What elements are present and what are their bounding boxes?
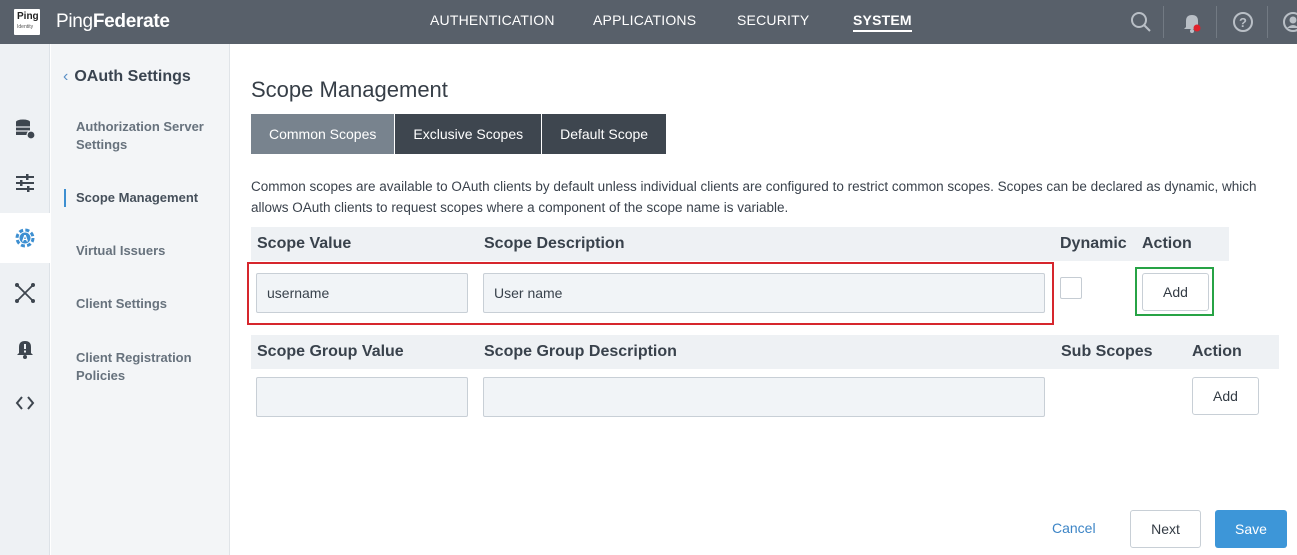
sidebar-item-scope-management[interactable]: Scope Management (64, 189, 226, 207)
scope-description-text: Common scopes are available to OAuth cli… (251, 179, 1257, 215)
ping-identity-logo: Ping Identity (14, 9, 40, 35)
add-scope-group-button[interactable]: Add (1192, 377, 1259, 415)
nav-authentication[interactable]: AUTHENTICATION (430, 0, 555, 44)
sidebar-item-virtual-issuers[interactable]: Virtual Issuers (76, 242, 226, 260)
settings-sidebar: ‹ OAuth Settings Authorization Server Set… (51, 44, 230, 555)
back-label: OAuth Settings (74, 68, 191, 85)
column-scope-group-description: Scope Group Description (484, 343, 677, 360)
column-action: Action (1142, 235, 1192, 252)
sliders-icon[interactable] (0, 158, 50, 208)
back-to-oauth-settings[interactable]: ‹ OAuth Settings (63, 68, 191, 86)
scope-group-description-input[interactable] (483, 377, 1045, 417)
tab-exclusive-scopes[interactable]: Exclusive Scopes (395, 114, 543, 154)
divider (1163, 6, 1164, 38)
user-avatar-icon[interactable] (1279, 8, 1297, 36)
column-sub-scopes: Sub Scopes (1061, 343, 1153, 360)
alert-bell-icon[interactable] (0, 323, 50, 373)
scopes-table-header: Scope Value Scope Description Dynamic Ac… (251, 227, 1229, 261)
highlight-box-green (1135, 267, 1214, 316)
sidebar-item-authorization-server-settings[interactable]: Authorization Server Settings (76, 118, 226, 154)
code-brackets-icon[interactable] (0, 378, 50, 428)
column-scope-group-value: Scope Group Value (257, 343, 404, 360)
page-title: Scope Management (251, 77, 448, 102)
chevron-left-icon: ‹ (63, 68, 69, 85)
tab-default-scope[interactable]: Default Scope (542, 114, 668, 154)
cancel-link[interactable]: Cancel (1052, 520, 1096, 536)
column-scope-description: Scope Description (484, 235, 625, 252)
divider (1267, 6, 1268, 38)
sidebar-item-client-settings[interactable]: Client Settings (76, 295, 226, 313)
logo-text: Ping (17, 11, 39, 22)
top-navigation-bar: Ping Identity PingFederate AUTHENTICATIO… (0, 0, 1297, 44)
icon-rail: A (0, 44, 50, 555)
scope-tabs: Common Scopes Exclusive Scopes Default S… (251, 114, 668, 154)
tab-common-scopes[interactable]: Common Scopes (251, 114, 396, 154)
help-icon[interactable]: ? (1229, 8, 1257, 36)
brand-second: Federate (92, 11, 170, 32)
product-name: PingFederate (56, 11, 170, 33)
svg-text:A: A (22, 234, 29, 244)
nav-security[interactable]: SECURITY (737, 0, 809, 44)
dynamic-checkbox[interactable] (1060, 277, 1082, 299)
divider (1216, 6, 1217, 38)
sidebar-item-client-registration-policies[interactable]: Client Registration Policies (76, 349, 226, 385)
nav-applications[interactable]: APPLICATIONS (593, 0, 696, 44)
scope-groups-table-header: Scope Group Value Scope Group Descriptio… (251, 335, 1279, 369)
data-store-icon[interactable] (0, 104, 50, 154)
nav-system[interactable]: SYSTEM (853, 0, 912, 44)
notifications-bell-icon[interactable] (1178, 8, 1206, 36)
search-icon[interactable] (1127, 8, 1155, 36)
column-group-action: Action (1192, 343, 1242, 360)
scope-group-value-input[interactable] (256, 377, 468, 417)
highlight-box-red (247, 262, 1054, 325)
brand-first: Ping (56, 11, 93, 32)
logo-subtext: Identity (17, 24, 34, 30)
save-button[interactable]: Save (1215, 510, 1287, 548)
network-nodes-icon[interactable] (0, 268, 50, 318)
svg-text:?: ? (1239, 15, 1247, 30)
column-scope-value: Scope Value (257, 235, 352, 252)
column-dynamic: Dynamic (1060, 235, 1127, 252)
oauth-gear-icon[interactable]: A (0, 213, 50, 263)
next-button[interactable]: Next (1130, 510, 1201, 548)
